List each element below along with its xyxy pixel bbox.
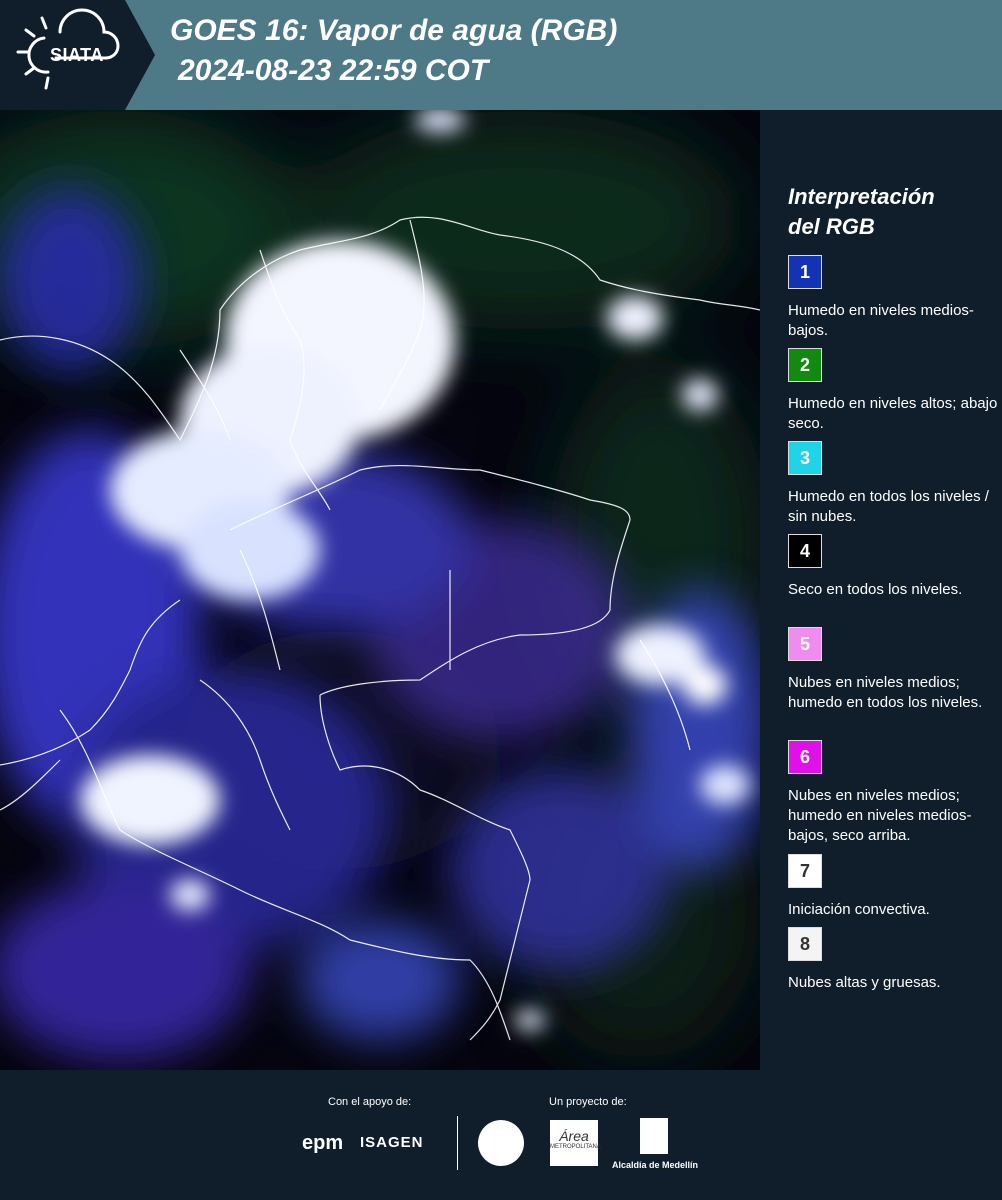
legend-title-line1: Interpretación [788,184,935,209]
isagen-logo: ISAGEN [360,1134,424,1151]
legend-swatch-2: 2 [788,348,822,382]
legend-swatch-8: 8 [788,927,822,961]
legend-number-3: 3 [799,447,810,468]
legend-item-6: 6 Nubes en niveles medios; humedo en niv… [788,740,998,846]
legend-item-7: 7 Iniciación convectiva. [788,854,998,920]
legend-swatch-7: 7 [788,854,822,888]
support-label: Con el apoyo de: [328,1096,412,1108]
area-metropolitana-logo: Área METROPOLITANA [550,1120,601,1166]
legend-text-5: Nubes en niveles medios; humedo en todos… [788,674,983,711]
legend-title: Interpretación del RGB [788,182,935,242]
legend-item-2: 2 Humedo en niveles altos; abajo seco. [788,348,998,434]
legend-number-2: 2 [799,354,810,375]
legend-text-7: Iniciación convectiva. [788,901,930,918]
legend-swatch-4: 4 [788,534,822,568]
legend-item-5: 5 Nubes en niveles medios; humedo en tod… [788,627,998,713]
legend-number-5: 5 [799,633,810,654]
legend-panel: Interpretación del RGB 1 Humedo en nivel… [760,110,1002,1070]
satellite-map [0,110,760,1070]
legend-title-line2: del RGB [788,214,875,239]
legend-text-6: Nubes en niveles medios; humedo en nivel… [788,787,972,844]
footer-divider [457,1116,458,1170]
university-seal-logo [478,1120,524,1166]
header-bar: SIATA GOES 16: Vapor de agua (RGB) 2024-… [0,0,1002,110]
legend-item-3: 3 Humedo en todos los niveles / sin nube… [788,441,998,527]
epm-logo: epm [302,1132,344,1154]
legend-number-6: 6 [799,746,810,767]
legend-swatch-1: 1 [788,255,822,289]
legend-item-1: 1 Humedo en niveles medios-bajos. [788,255,998,341]
legend-text-4: Seco en todos los niveles. [788,581,963,598]
legend-text-2: Humedo en niveles altos; abajo seco. [788,395,998,432]
alcaldia-shield-icon [640,1118,668,1154]
legend-number-4: 4 [799,540,810,561]
legend-swatch-3: 3 [788,441,822,475]
project-label: Un proyecto de: [549,1096,627,1108]
siata-logo: SIATA [0,0,160,110]
page-title: GOES 16: Vapor de agua (RGB) [170,14,618,47]
legend-number-1: 1 [799,261,810,282]
legend-number-7: 7 [799,860,810,881]
logo-text: SIATA [50,45,104,65]
legend-item-8: 8 Nubes altas y gruesas. [788,927,998,993]
legend-text-3: Humedo en todos los niveles / sin nubes. [788,488,989,525]
legend-text-8: Nubes altas y gruesas. [788,974,941,991]
legend-number-8: 8 [799,933,810,954]
legend-text-1: Humedo en niveles medios-bajos. [788,302,974,339]
legend-swatch-6: 6 [788,740,822,774]
alcaldia-logo-text: Alcaldía de Medellín [612,1160,699,1170]
area-logo-text: METROPOLITANA [550,1144,601,1150]
footer: Con el apoyo de: Un proyecto de: epm ISA… [0,1070,1002,1200]
legend-swatch-5: 5 [788,627,822,661]
timestamp: 2024-08-23 22:59 COT [178,54,489,87]
legend-item-4: 4 Seco en todos los niveles. [788,534,998,600]
